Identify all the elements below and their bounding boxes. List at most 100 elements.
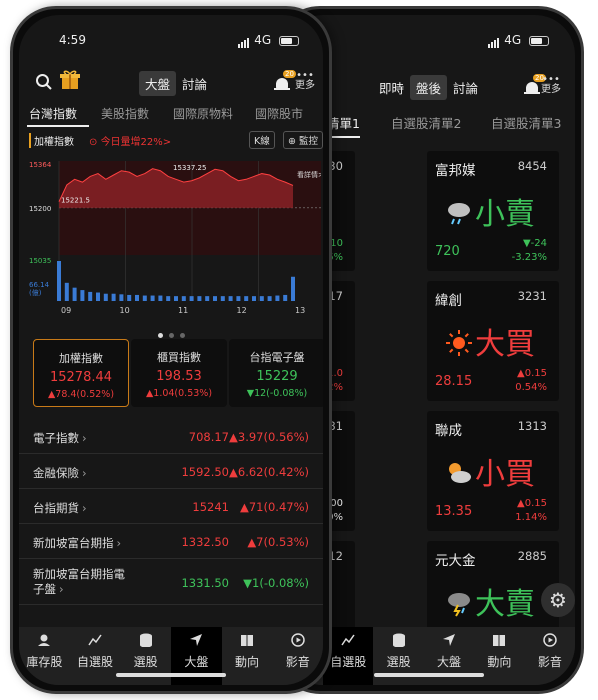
volume-max-label: 66.14 (29, 281, 50, 289)
nav-label: 動向 (235, 655, 260, 669)
index-row[interactable]: 電子指數 › 708.17 ▲3.97(0.56%) (19, 419, 323, 454)
book-icon (493, 635, 506, 646)
nav-item[interactable]: 自選股 (70, 627, 121, 685)
settings-gear-button[interactable]: ⚙ (541, 583, 575, 617)
volume-bar (181, 296, 186, 301)
nav-item[interactable]: 影音 (272, 627, 323, 685)
stock-card[interactable]: 聯成 1313 小買 13.35 ▲0.15 1.14% (427, 411, 559, 531)
high-label: 15337.25 (173, 164, 206, 172)
change-percent: 0.54% (515, 382, 547, 393)
segment-after-hours[interactable]: 盤後 (410, 75, 448, 100)
index-card[interactable]: 加權指數 15278.44 ▲78.4(0.52%) (33, 339, 129, 407)
monitor-button[interactable]: ⊕ 監控 (283, 131, 323, 149)
index-name: 加權指數 (59, 352, 103, 365)
tab-global-markets[interactable]: 國際股市 (255, 105, 303, 122)
row-change: ▲71(0.47%) (240, 500, 309, 514)
row-change: ▼1(-0.08%) (243, 576, 309, 590)
volume-bar (158, 295, 163, 301)
volume-bar (64, 282, 69, 301)
stock-card[interactable]: 緯創 3231 大買 28.15 ▲0.15 0.54% (427, 281, 559, 401)
volume-increase-label: 今日量增22%> (100, 137, 172, 148)
row-price: 1332.50 (181, 535, 229, 549)
nav-item[interactable]: 動向 (222, 627, 273, 685)
gift-icon[interactable] (59, 69, 81, 91)
segment-discussion[interactable]: 討論 (447, 75, 484, 100)
bell-icon[interactable]: 20 (273, 70, 296, 93)
volume-bar (267, 296, 272, 301)
tab-watchlist-3[interactable]: 自選股清單3 (491, 113, 561, 132)
volume-bar (244, 296, 249, 301)
index-name: 櫃買指數 (157, 351, 201, 364)
row-price: 1331.50 (181, 576, 229, 590)
index-value: 15229 (256, 369, 298, 384)
tab-taiwan-index[interactable]: 台灣指數 (29, 105, 77, 122)
row-name-label: 台指期貨 (33, 501, 79, 515)
nav-item[interactable]: 影音 (525, 627, 575, 685)
stock-change: ▼-24 -3.23% (512, 237, 547, 265)
cloud-storm-icon (448, 593, 470, 617)
segment-market[interactable]: 大盤 (139, 71, 177, 96)
index-row[interactable]: 新加坡富台期指電子盤 › 1331.50 ▼1(-0.08%) (19, 559, 323, 605)
volume-increase-link[interactable]: ⊙ 今日量增22%> (89, 133, 171, 148)
chevron-right-icon: › (116, 536, 122, 550)
volume-bar (72, 287, 77, 301)
tab-watchlist-2[interactable]: 自選股清單2 (391, 113, 461, 132)
stock-change: ▲0.15 1.14% (515, 497, 547, 525)
tab-us-index[interactable]: 美股指數 (101, 105, 149, 122)
volume-bar (220, 296, 225, 301)
stock-price: 13.35 (435, 504, 473, 519)
detail-link[interactable]: 看詳情> (297, 170, 321, 179)
y-tick-label: 15200 (29, 205, 51, 213)
nav-label: 選股 (386, 655, 411, 669)
index-row[interactable]: 金融保險 › 1592.50 ▲6.62(0.42%) (19, 454, 323, 489)
status-bar: 4G (238, 33, 299, 48)
signal-label: 小賣 (475, 197, 535, 232)
network-label: 4G (504, 33, 522, 47)
row-price: 15241 (192, 500, 229, 514)
index-chart[interactable]: 15364 15200 15035 66.14(億) 15337.25 15221.5 09… (23, 155, 321, 315)
segment-realtime[interactable]: 即時 (373, 75, 410, 100)
y-tick-label: 15364 (29, 161, 52, 169)
chevron-right-icon: › (59, 582, 64, 596)
stock-code: 2885 (517, 549, 547, 563)
x-tick-label: 11 (178, 306, 188, 315)
nav-item[interactable]: 庫存股 (19, 627, 70, 685)
signal-label: 大賣 (475, 587, 535, 622)
battery-icon (529, 35, 549, 46)
row-name: 新加坡富台期指 › (33, 535, 121, 551)
row-name-label: 電子指數 (33, 431, 79, 445)
segment-discussion[interactable]: 討論 (176, 71, 213, 96)
volume-unit-label: (億) (29, 288, 42, 297)
change-percent: 1.14% (515, 512, 547, 523)
kline-button[interactable]: K線 (249, 131, 275, 149)
chevron-right-icon: › (82, 466, 87, 480)
tab-commodities[interactable]: 國際原物料 (173, 105, 233, 122)
search-icon[interactable] (35, 73, 53, 91)
more-button[interactable]: ••• 更多 (541, 75, 561, 95)
index-card[interactable]: 台指電子盤 15229 ▼12(-0.08%) (229, 339, 323, 407)
row-change: ▲6.62(0.42%) (229, 465, 309, 479)
stock-card[interactable]: 富邦媒 8454 小賣 720 ▼-24 -3.23% (427, 151, 559, 271)
index-name: 台指電子盤 (249, 351, 305, 364)
navigation-arrow-icon (190, 634, 203, 646)
bell-icon[interactable]: 20 (523, 74, 546, 97)
status-time: 4:59 (59, 33, 86, 47)
x-tick-label: 12 (237, 306, 247, 315)
volume-bar (189, 296, 194, 301)
stock-code: 3231 (517, 289, 547, 303)
segment-control: 即時 盤後 討論 (373, 75, 484, 100)
front-phone: 4:59 4G 大盤 討論 20 ••• 更多 台灣指數 美股指數 國際原物料 … (10, 6, 332, 694)
index-row[interactable]: 台指期貨 › 15241 ▲71(0.47%) (19, 489, 323, 524)
volume-bar (88, 291, 93, 301)
stock-name: 元大金 (435, 553, 476, 569)
home-indicator (116, 673, 226, 677)
row-change: ▲7(0.53%) (247, 535, 309, 549)
more-button[interactable]: ••• 更多 (295, 71, 315, 91)
signal-label: 小買 (475, 457, 535, 492)
index-row[interactable]: 新加坡富台期指 › 1332.50 ▲7(0.53%) (19, 524, 323, 559)
page-dot (179, 333, 185, 338)
nav-label: 自選股 (77, 655, 114, 669)
row-name: 新加坡富台期指電子盤 › (33, 567, 125, 597)
volume-bar (259, 296, 264, 301)
index-card[interactable]: 櫃買指數 198.53 ▲1.04(0.53%) (131, 339, 227, 407)
